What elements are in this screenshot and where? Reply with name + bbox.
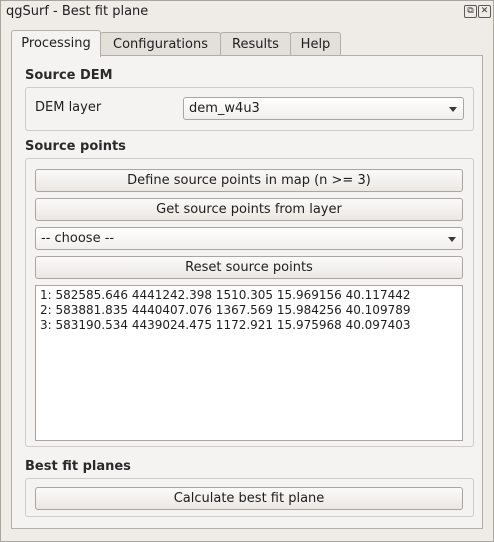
chevron-down-icon bbox=[449, 107, 457, 112]
dem-layer-value: dem_w4u3 bbox=[189, 101, 260, 116]
best-fit-heading: Best fit planes bbox=[25, 459, 131, 474]
point-layer-value: -- choose -- bbox=[41, 231, 115, 246]
chevron-down-icon bbox=[448, 237, 456, 242]
processing-pane: Source DEM DEM layer dem_w4u3 Source poi… bbox=[11, 55, 483, 529]
source-dem-heading: Source DEM bbox=[25, 68, 113, 83]
best-fit-group: Calculate best fit plane bbox=[25, 478, 474, 517]
float-icon[interactable]: ⧉ bbox=[464, 5, 477, 18]
source-points-heading: Source points bbox=[25, 139, 126, 154]
source-dem-group: DEM layer dem_w4u3 bbox=[25, 87, 474, 131]
window-title: qgSurf - Best fit plane bbox=[6, 4, 149, 19]
tab-configurations[interactable]: Configurations bbox=[100, 32, 221, 56]
tab-results[interactable]: Results bbox=[220, 32, 291, 56]
list-item: 2: 583881.835 4440407.076 1367.569 15.98… bbox=[40, 303, 411, 317]
source-points-list[interactable]: 1: 582585.646 4441242.398 1510.305 15.96… bbox=[35, 285, 463, 441]
calculate-best-fit-button[interactable]: Calculate best fit plane bbox=[35, 487, 463, 510]
list-item: 1: 582585.646 4441242.398 1510.305 15.96… bbox=[40, 288, 411, 302]
dem-layer-select[interactable]: dem_w4u3 bbox=[183, 97, 464, 120]
dem-layer-label: DEM layer bbox=[35, 100, 102, 115]
title-bar[interactable]: qgSurf - Best fit plane ⧉ ✕ bbox=[1, 1, 493, 23]
source-points-group: Define source points in map (n >= 3) Get… bbox=[25, 158, 474, 447]
reset-points-button[interactable]: Reset source points bbox=[35, 256, 463, 279]
get-points-from-layer-button[interactable]: Get source points from layer bbox=[35, 198, 463, 221]
list-item: 3: 583190.534 4439024.475 1172.921 15.97… bbox=[40, 318, 411, 332]
define-points-button[interactable]: Define source points in map (n >= 3) bbox=[35, 169, 463, 192]
point-layer-select[interactable]: -- choose -- bbox=[35, 227, 463, 250]
tab-processing[interactable]: Processing bbox=[11, 30, 101, 57]
plugin-window: qgSurf - Best fit plane ⧉ ✕ Processing C… bbox=[0, 0, 494, 542]
tab-help[interactable]: Help bbox=[290, 32, 341, 56]
close-icon[interactable]: ✕ bbox=[478, 5, 491, 18]
